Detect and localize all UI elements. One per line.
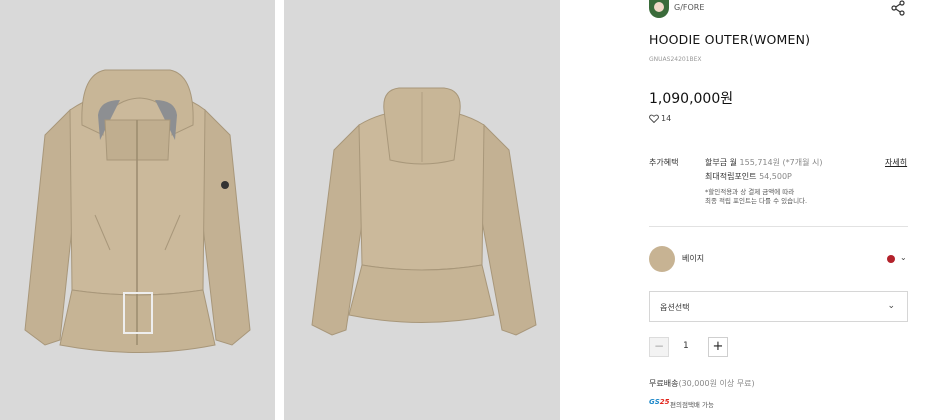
like-count[interactable]: 14 <box>649 114 671 123</box>
jacket-front-illustration <box>24 69 251 353</box>
points-info: 최대적립포인트 54,500P <box>705 171 792 182</box>
chevron-down-icon: ⌄ <box>887 301 895 311</box>
benefits-label: 추가혜택 <box>649 158 679 167</box>
chevron-down-icon[interactable]: ⌄ <box>900 253 907 262</box>
color-name: 베이지 <box>682 254 705 263</box>
gs25-logo: GS25 <box>649 398 670 406</box>
shipping-info: 무료배송(30,000원 이상 무료) <box>649 378 755 389</box>
product-image-back[interactable] <box>284 0 560 420</box>
color-swatch[interactable] <box>649 246 675 272</box>
gs25-delivery-text: 편의점택배 가능 <box>670 401 714 409</box>
installment-suffix: (*7개월 시) <box>779 158 823 167</box>
brand-name[interactable]: G/FORE <box>674 3 704 12</box>
color-indicator-dot <box>887 255 895 263</box>
like-count-value: 14 <box>661 114 672 123</box>
installment-info: 할부금 월 155,714원 (*7개월 시) <box>705 157 822 168</box>
product-price: 1,090,000원 <box>649 91 734 107</box>
divider <box>649 226 908 227</box>
jacket-back-illustration <box>311 87 537 336</box>
quantity-increase-button[interactable]: + <box>708 337 728 357</box>
quantity-value[interactable]: 1 <box>683 341 689 351</box>
points-label: 최대적립포인트 <box>705 172 760 181</box>
share-icon[interactable] <box>890 0 906 16</box>
product-code: GNUAS24201BEX <box>649 56 702 63</box>
option-select-label: 옵션선택 <box>660 303 690 312</box>
benefits-note-line2: 최종 적립 포인트는 다를 수 있습니다. <box>705 197 808 205</box>
heart-icon[interactable] <box>649 114 659 123</box>
product-info-panel: G/FORE HOODIE OUTER(WOMEN) GNUAS24201BEX… <box>560 0 933 420</box>
product-title: HOODIE OUTER(WOMEN) <box>649 32 811 47</box>
installment-prefix: 할부금 월 <box>705 158 740 167</box>
shipping-main: 무료배송 <box>649 379 679 388</box>
brand-avatar[interactable] <box>649 0 669 18</box>
shipping-detail: (30,000원 이상 무료) <box>678 379 755 388</box>
installment-amount: 155,714원 <box>739 158 780 167</box>
option-select[interactable]: 옵션선택 ⌄ <box>649 291 908 322</box>
points-value: 54,500P <box>759 172 792 181</box>
product-image-front[interactable] <box>0 0 275 420</box>
details-link[interactable]: 자세히 <box>885 157 907 168</box>
quantity-decrease-button[interactable]: − <box>649 337 669 357</box>
